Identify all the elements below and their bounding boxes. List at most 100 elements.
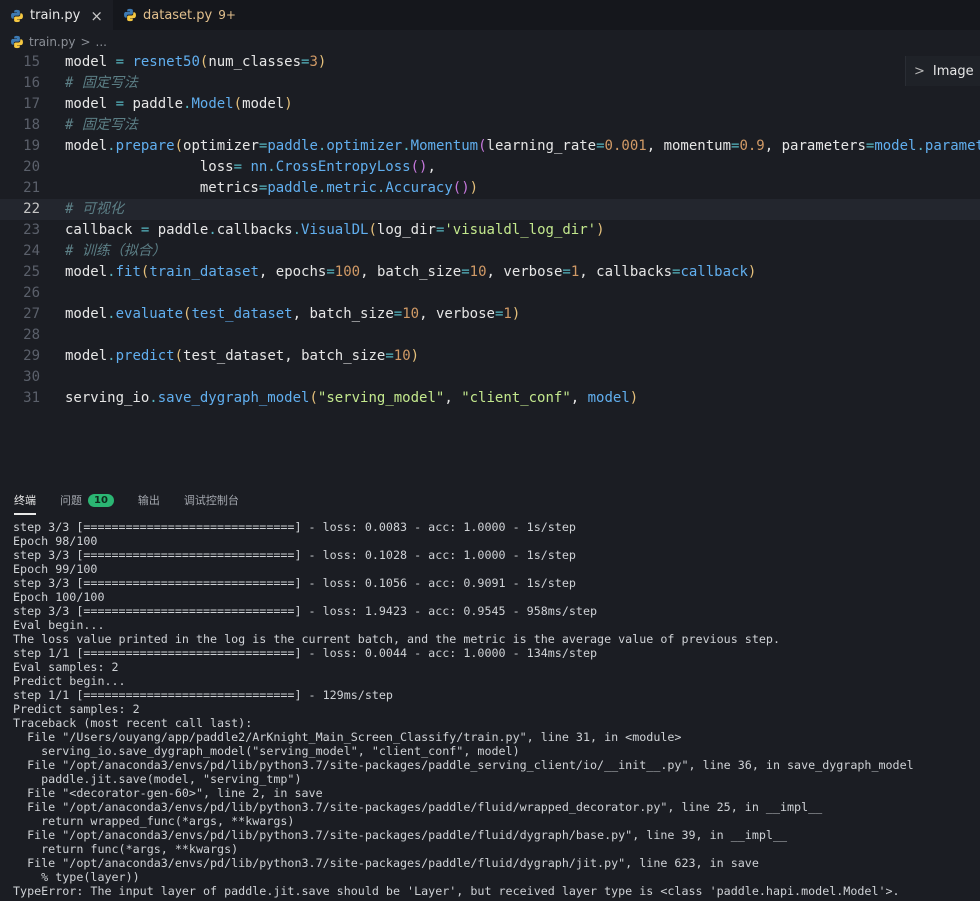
terminal-line: The loss value printed in the log is the… bbox=[13, 632, 780, 646]
code-token: = bbox=[233, 159, 251, 175]
tab-problems[interactable]: 问题 10 bbox=[60, 482, 114, 518]
breadcrumb-more[interactable]: ... bbox=[96, 35, 107, 49]
tab-label: train.py bbox=[30, 8, 81, 23]
code-line[interactable]: 16 # 固定写法 bbox=[0, 73, 980, 94]
code-line[interactable]: 21 metrics=paddle.metric.Accuracy()) bbox=[0, 178, 980, 199]
line-number: 22 bbox=[23, 201, 40, 217]
code-line[interactable]: 24 # 训练（拟合） bbox=[0, 241, 980, 262]
code-token: ( bbox=[368, 222, 377, 238]
code-token: , bbox=[292, 306, 310, 322]
code-line[interactable]: 28 bbox=[0, 325, 980, 346]
code-token: log_dir bbox=[376, 222, 436, 238]
terminal-line: Traceback (most recent call last): bbox=[13, 716, 253, 730]
code-token: 100 bbox=[334, 264, 361, 280]
code-text: callback = paddle.callbacks.VisualDL(log… bbox=[65, 220, 605, 241]
code-line[interactable]: 30 bbox=[0, 367, 980, 388]
code-text: # 固定写法 bbox=[65, 73, 138, 94]
code-line[interactable]: 20 loss= nn.CrossEntropyLoss(), bbox=[0, 157, 980, 178]
code-token: = bbox=[326, 264, 335, 280]
code-token: predict bbox=[115, 348, 175, 364]
code-token: , bbox=[570, 390, 588, 406]
code-token: , bbox=[419, 306, 436, 322]
code-line[interactable]: 26 bbox=[0, 283, 980, 304]
code-token: = bbox=[107, 54, 133, 70]
outline-label: Image bbox=[932, 63, 974, 79]
code-line[interactable]: 19 model.prepare(optimizer=paddle.optimiz… bbox=[0, 136, 980, 157]
code-token: # 训练（拟合） bbox=[65, 243, 166, 259]
breadcrumb: train.py > ... bbox=[0, 30, 980, 54]
terminal-line: Predict samples: 2 bbox=[13, 702, 140, 716]
code-line[interactable]: 31 serving_io.save_dygraph_model("serving… bbox=[0, 388, 980, 409]
terminal-line: File "<decorator-gen-60>", line 2, in sa… bbox=[13, 786, 323, 800]
terminal-line: File "/Users/ouyang/app/paddle2/ArKnight… bbox=[13, 730, 682, 744]
code-token: 'visualdl_log_dir' bbox=[444, 222, 597, 238]
code-line[interactable]: 15 model = resnet50(num_classes=3) bbox=[0, 52, 980, 73]
code-line[interactable]: 27 model.evaluate(test_dataset, batch_siz… bbox=[0, 304, 980, 325]
tab-label: dataset.py bbox=[143, 7, 213, 23]
line-number: 29 bbox=[23, 348, 40, 364]
code-editor[interactable]: 15 model = resnet50 (num_classes = 3) 16 # 固定写… bbox=[0, 52, 980, 472]
code-token: "client_conf" bbox=[461, 390, 571, 406]
code-token: . bbox=[267, 159, 276, 175]
tab-train-py[interactable]: train.py × bbox=[0, 0, 113, 30]
code-token: train_dataset bbox=[149, 264, 259, 280]
code-token: ( bbox=[309, 390, 318, 406]
terminal-line: File "/opt/anaconda3/envs/pd/lib/python3… bbox=[13, 828, 788, 842]
code-line[interactable]: 29 model.predict(test_dataset, batch_size… bbox=[0, 346, 980, 367]
sticky-outline-chip[interactable]: > Image bbox=[905, 56, 980, 86]
code-token: 0.001 bbox=[604, 138, 647, 154]
code-token: , bbox=[646, 138, 664, 154]
code-text: # 训练（拟合） bbox=[65, 241, 166, 262]
line-number: 27 bbox=[23, 306, 40, 322]
terminal-line: % type(layer)) bbox=[13, 870, 140, 884]
code-line[interactable]: 17 model = paddle.Model(model) bbox=[0, 94, 980, 115]
code-token: model bbox=[65, 264, 108, 280]
code-token: 1 bbox=[503, 306, 512, 322]
terminal-line: step 3/3 [==============================… bbox=[13, 604, 598, 618]
code-line[interactable]: 18 # 固定写法 bbox=[0, 115, 980, 136]
code-token: . bbox=[916, 138, 925, 154]
code-token: callbacks bbox=[216, 222, 293, 238]
code-token: num_classes bbox=[208, 54, 302, 70]
panel-tab-bar: 终端 问题 10 输出 调试控制台 bbox=[0, 482, 980, 518]
code-token: paddle bbox=[132, 96, 184, 112]
code-token: momentum bbox=[663, 138, 731, 154]
tab-output[interactable]: 输出 bbox=[138, 482, 160, 518]
code-token: ( bbox=[174, 138, 184, 154]
tab-dataset-py[interactable]: dataset.py 9+ bbox=[113, 0, 246, 30]
tab-terminal[interactable]: 终端 bbox=[14, 482, 36, 518]
code-line[interactable]: 25 model.fit(train_dataset, epochs=100, b… bbox=[0, 262, 980, 283]
tab-debug-console[interactable]: 调试控制台 bbox=[184, 482, 239, 518]
close-icon[interactable]: × bbox=[90, 7, 103, 25]
code-token: model bbox=[65, 348, 108, 364]
code-token: ) bbox=[410, 348, 420, 364]
breadcrumb-separator-icon: > bbox=[80, 35, 91, 49]
code-token: Momentum bbox=[410, 138, 479, 154]
code-token: batch_size bbox=[309, 306, 394, 322]
code-token: verbose bbox=[435, 306, 495, 322]
code-token: model bbox=[65, 54, 108, 70]
code-token: Accuracy bbox=[385, 180, 453, 196]
code-token: ) bbox=[284, 96, 293, 112]
code-token: resnet50 bbox=[132, 54, 200, 70]
code-token: metric bbox=[326, 180, 377, 196]
code-token: , bbox=[486, 264, 504, 280]
code-text: metrics=paddle.metric.Accuracy()) bbox=[65, 178, 478, 199]
code-line[interactable]: 23 callback = paddle.callbacks.VisualDL(l… bbox=[0, 220, 980, 241]
line-number: 18 bbox=[23, 117, 40, 133]
code-token: = bbox=[562, 264, 571, 280]
code-token: ) bbox=[629, 390, 639, 406]
terminal-line: return func(*args, **kwargs) bbox=[13, 842, 239, 856]
terminal-output[interactable]: step 3/3 [==============================… bbox=[0, 520, 980, 901]
line-number: 30 bbox=[23, 369, 40, 385]
code-token: . bbox=[208, 222, 217, 238]
code-line[interactable]: 22 # 可视化 bbox=[0, 199, 980, 220]
tab-label: 输出 bbox=[137, 494, 160, 507]
code-token: 10 bbox=[469, 264, 487, 280]
terminal-line: step 3/3 [==============================… bbox=[13, 548, 576, 562]
breadcrumb-file[interactable]: train.py bbox=[29, 35, 75, 49]
terminal-line: File "/opt/anaconda3/envs/pd/lib/python3… bbox=[13, 758, 914, 772]
code-token: parameters bbox=[781, 138, 866, 154]
code-token: . bbox=[149, 390, 158, 406]
code-token: , bbox=[764, 138, 782, 154]
